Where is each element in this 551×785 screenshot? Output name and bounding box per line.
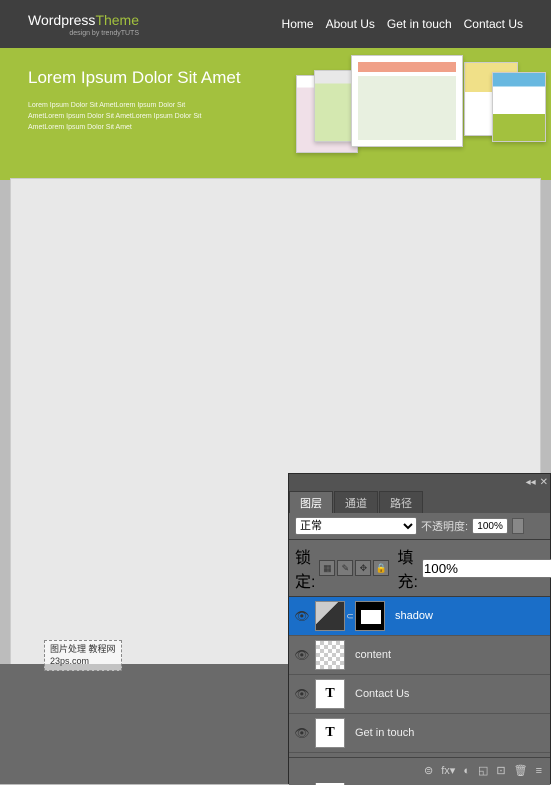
lock-position-icon[interactable]: ✥ bbox=[355, 560, 371, 576]
mockup-stack bbox=[296, 50, 551, 160]
fill-input[interactable] bbox=[422, 559, 551, 578]
logo-tagline: design by trendyTUTS bbox=[28, 30, 139, 37]
delete-icon[interactable]: 🗑 bbox=[514, 764, 528, 777]
menu-icon[interactable]: ≡ bbox=[536, 765, 542, 777]
mockup-3 bbox=[351, 55, 463, 147]
lock-image-icon[interactable]: ✎ bbox=[337, 560, 353, 576]
logo-text-b: Theme bbox=[95, 12, 139, 28]
layer-name[interactable]: content bbox=[349, 649, 546, 661]
lock-label: 锁定: bbox=[295, 544, 315, 592]
panel-tabs: 图层 通道 路径 bbox=[289, 491, 550, 513]
lock-transparency-icon[interactable]: ▦ bbox=[319, 560, 335, 576]
text-layer-icon[interactable]: T bbox=[315, 679, 345, 709]
lock-all-icon[interactable]: 🔒 bbox=[373, 560, 389, 576]
tab-layers[interactable]: 图层 bbox=[289, 491, 333, 513]
blend-mode-select[interactable]: 正常 bbox=[295, 517, 417, 535]
visibility-icon[interactable]: 👁 bbox=[293, 646, 311, 664]
new-layer-icon[interactable]: ⊡ bbox=[496, 764, 505, 777]
layer-thumb[interactable] bbox=[315, 601, 345, 631]
layer-name[interactable]: shadow bbox=[389, 610, 546, 622]
text-layer-icon[interactable]: T bbox=[315, 718, 345, 748]
layer-row[interactable]: 👁 content bbox=[289, 636, 550, 675]
layer-name[interactable]: Get in touch bbox=[349, 727, 546, 739]
link-icon[interactable]: ⊂ bbox=[346, 611, 354, 622]
layer-row[interactable]: 👁 ⊂ shadow bbox=[289, 597, 550, 636]
watermark-l2: 23ps.com bbox=[50, 656, 116, 668]
main-nav: Home About Us Get in touch Contact Us bbox=[282, 17, 523, 31]
panel-footer: ⊜ fx▾ ◐ ◱ ⊡ 🗑 ≡ bbox=[289, 757, 550, 783]
layers-panel[interactable]: ◂◂ ✕ 图层 通道 路径 正常 不透明度: 锁定: ▦ ✎ ✥ 🔒 填充: bbox=[288, 473, 551, 784]
layer-mask[interactable] bbox=[355, 601, 385, 631]
close-icon[interactable]: ✕ bbox=[540, 477, 548, 488]
layer-name[interactable]: Contact Us bbox=[349, 688, 546, 700]
layer-row[interactable]: 👁 T Contact Us bbox=[289, 675, 550, 714]
tab-channels[interactable]: 通道 bbox=[334, 491, 378, 513]
mockup-5 bbox=[492, 72, 546, 142]
visibility-icon[interactable]: 👁 bbox=[293, 607, 311, 625]
adjustment-icon[interactable]: ◱ bbox=[478, 764, 488, 777]
nav-touch[interactable]: Get in touch bbox=[387, 17, 452, 31]
collapse-icon[interactable]: ◂◂ bbox=[526, 477, 536, 488]
lock-toolbar: 锁定: ▦ ✎ ✥ 🔒 填充: bbox=[289, 540, 550, 597]
fill-label: 填充: bbox=[397, 544, 417, 592]
opacity-arrow-icon[interactable] bbox=[512, 518, 524, 534]
fx-icon[interactable]: fx▾ bbox=[441, 764, 455, 777]
opacity-input[interactable] bbox=[472, 518, 508, 534]
nav-contact[interactable]: Contact Us bbox=[464, 17, 523, 31]
visibility-icon[interactable]: 👁 bbox=[293, 724, 311, 742]
lock-icons: ▦ ✎ ✥ 🔒 bbox=[319, 560, 389, 576]
layer-row[interactable]: 👁 T Get in touch bbox=[289, 714, 550, 753]
opacity-label: 不透明度: bbox=[421, 518, 468, 534]
visibility-icon[interactable]: 👁 bbox=[293, 685, 311, 703]
tab-paths[interactable]: 路径 bbox=[379, 491, 423, 513]
blend-toolbar: 正常 不透明度: bbox=[289, 513, 550, 540]
watermark-l1: 图片处理 教程网 bbox=[50, 644, 116, 656]
nav-home[interactable]: Home bbox=[282, 17, 314, 31]
watermark: 图片处理 教程网 23ps.com bbox=[44, 640, 122, 671]
logo: WordpressTheme design by trendyTUTS bbox=[28, 12, 139, 37]
hero: Lorem Ipsum Dolor Sit Amet Lorem Ipsum D… bbox=[0, 48, 551, 180]
mask-icon[interactable]: ◐ bbox=[463, 765, 470, 777]
logo-text-a: Wordpress bbox=[28, 12, 95, 28]
panel-header: ◂◂ ✕ bbox=[289, 474, 550, 491]
link-layers-icon[interactable]: ⊜ bbox=[424, 764, 433, 777]
top-bar: WordpressTheme design by trendyTUTS Home… bbox=[0, 0, 551, 48]
layer-thumb[interactable] bbox=[315, 640, 345, 670]
nav-about[interactable]: About Us bbox=[326, 17, 375, 31]
